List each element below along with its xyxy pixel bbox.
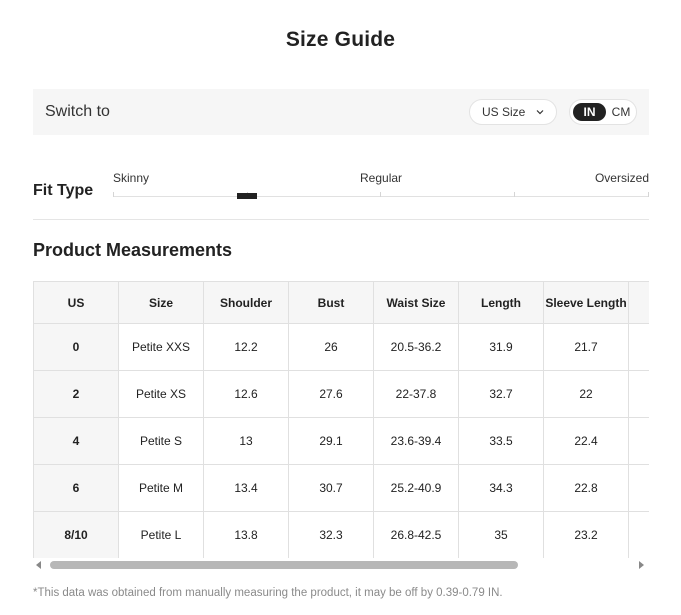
scrollbar-thumb[interactable] xyxy=(50,561,518,569)
page-title: Size Guide xyxy=(285,28,396,51)
unit-switch-bar: Switch to US Size IN CM xyxy=(33,89,649,135)
table-cell-us: 4 xyxy=(33,417,119,465)
table-cell: 21.7 xyxy=(543,323,629,371)
table-cell: Petite L xyxy=(118,511,204,558)
table-cell: 25.2-40.9 xyxy=(373,464,459,512)
table-cell: 22 xyxy=(543,370,629,418)
table-header-row: US Size Shoulder Bust Waist Size Length … xyxy=(33,281,649,324)
size-select-value: US Size xyxy=(482,105,526,119)
column-header: Shoulder xyxy=(203,281,289,324)
table-cell xyxy=(628,323,649,371)
measurements-table: US Size Shoulder Bust Waist Size Length … xyxy=(33,281,649,558)
table-cell xyxy=(628,511,649,558)
table-cell: Petite XXS xyxy=(118,323,204,371)
table-cell: 26.8-42.5 xyxy=(373,511,459,558)
table-cell xyxy=(628,417,649,465)
table-cell xyxy=(628,464,649,512)
fit-type-label: Fit Type xyxy=(33,182,94,199)
column-header: Size xyxy=(118,281,204,324)
measurements-title: Product Measurements xyxy=(33,240,233,260)
table-row: 6 Petite M 13.4 30.7 25.2-40.9 34.3 22.8 xyxy=(33,464,649,512)
table-horizontal-scrollbar[interactable] xyxy=(33,558,649,572)
column-header: Bust xyxy=(288,281,374,324)
table-cell: 32.7 xyxy=(458,370,544,418)
unit-toggle[interactable]: IN CM xyxy=(569,99,637,125)
column-header: Length xyxy=(458,281,544,324)
table-cell: 31.9 xyxy=(458,323,544,371)
table-cell: 33.5 xyxy=(458,417,544,465)
section-divider xyxy=(33,219,649,220)
table-cell: 12.2 xyxy=(203,323,289,371)
table-cell: 26 xyxy=(288,323,374,371)
size-system-select[interactable]: US Size xyxy=(469,99,557,125)
table-row: 0 Petite XXS 12.2 26 20.5-36.2 31.9 21.7 xyxy=(33,323,649,371)
arrow-left-icon[interactable] xyxy=(36,561,41,569)
chevron-down-icon xyxy=(536,110,544,115)
fit-scale-tick xyxy=(648,192,649,197)
table-cell: 13.4 xyxy=(203,464,289,512)
table-cell-us: 8/10 xyxy=(33,511,119,558)
switch-label: Switch to xyxy=(45,103,110,120)
unit-in-option[interactable]: IN xyxy=(573,103,606,121)
table-row: 2 Petite XS 12.6 27.6 22-37.8 32.7 22 xyxy=(33,370,649,418)
fit-scale-tick xyxy=(380,192,381,197)
unit-cm-option[interactable]: CM xyxy=(608,103,634,121)
table-cell: 23.2 xyxy=(543,511,629,558)
table-cell: Petite M xyxy=(118,464,204,512)
table-cell: 23.6-39.4 xyxy=(373,417,459,465)
table-cell: 34.3 xyxy=(458,464,544,512)
table-cell: 13.8 xyxy=(203,511,289,558)
fit-scale-track xyxy=(113,196,649,197)
table-cell: 30.7 xyxy=(288,464,374,512)
table-cell-us: 0 xyxy=(33,323,119,371)
table-cell: 22.8 xyxy=(543,464,629,512)
table-row: 4 Petite S 13 29.1 23.6-39.4 33.5 22.4 xyxy=(33,417,649,465)
fit-scale-tick xyxy=(113,192,114,197)
fit-type-scale: Skinny Regular Oversized xyxy=(113,170,649,202)
fit-option-skinny: Skinny xyxy=(113,171,150,185)
column-header: Sleeve Length xyxy=(543,281,629,324)
column-header: US xyxy=(33,281,119,324)
table-cell-us: 2 xyxy=(33,370,119,418)
table-cell: Petite XS xyxy=(118,370,204,418)
table-cell: 22.4 xyxy=(543,417,629,465)
table-cell: 22-37.8 xyxy=(373,370,459,418)
measurements-table-container[interactable]: US Size Shoulder Bust Waist Size Length … xyxy=(33,281,649,558)
column-header xyxy=(628,281,649,324)
table-row: 8/10 Petite L 13.8 32.3 26.8-42.5 35 23.… xyxy=(33,511,649,558)
table-cell: 32.3 xyxy=(288,511,374,558)
fit-option-oversized: Oversized xyxy=(594,171,649,185)
table-cell: 35 xyxy=(458,511,544,558)
column-header: Waist Size xyxy=(373,281,459,324)
measurement-disclaimer: *This data was obtained from manually me… xyxy=(33,587,503,599)
table-cell: 29.1 xyxy=(288,417,374,465)
table-cell: 27.6 xyxy=(288,370,374,418)
fit-scale-tick xyxy=(514,192,515,197)
table-cell-us: 6 xyxy=(33,464,119,512)
table-cell: 12.6 xyxy=(203,370,289,418)
fit-indicator xyxy=(237,193,257,199)
table-cell: 20.5-36.2 xyxy=(373,323,459,371)
fit-option-regular: Regular xyxy=(360,171,403,185)
table-cell: 13 xyxy=(203,417,289,465)
table-cell xyxy=(628,370,649,418)
table-cell: Petite S xyxy=(118,417,204,465)
arrow-right-icon[interactable] xyxy=(639,561,644,569)
